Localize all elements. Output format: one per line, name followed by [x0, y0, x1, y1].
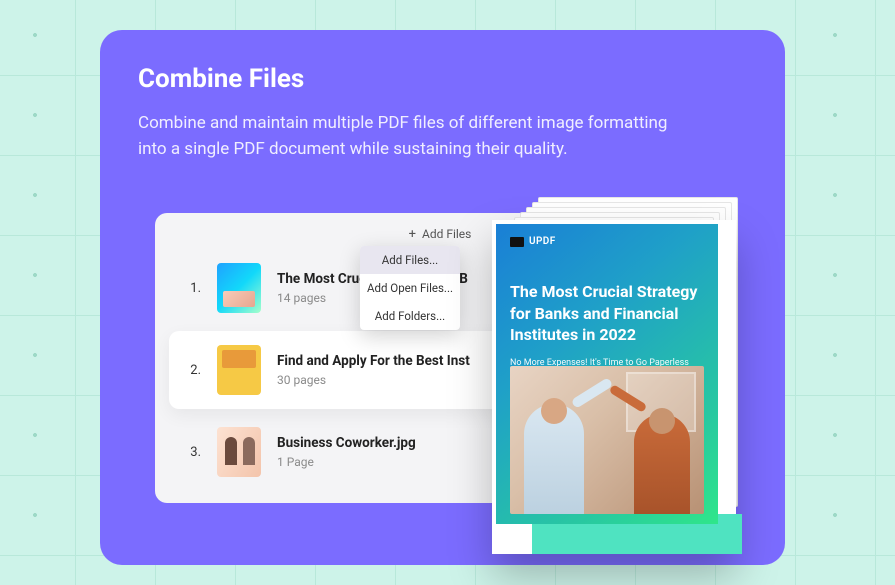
photo-arm [571, 377, 614, 409]
photo-person-left [524, 404, 584, 514]
row-number: 1. [183, 281, 201, 296]
add-files-label: Add Files [422, 227, 471, 241]
brand-logo-icon [510, 237, 524, 247]
dropdown-item-add-files[interactable]: Add Files... [360, 246, 460, 274]
preview-doc-title: The Most Crucial Strategy for Banks and … [510, 281, 704, 346]
row-number: 3. [183, 445, 201, 460]
file-thumbnail [217, 427, 261, 477]
brand-label: UPDF [529, 236, 556, 247]
preview-cover: UPDF The Most Crucial Strategy for Banks… [496, 224, 718, 524]
row-number: 2. [183, 363, 201, 378]
file-thumbnail [217, 263, 261, 313]
file-name: Business Coworker.jpg [277, 435, 416, 451]
plus-icon: + [409, 228, 416, 241]
add-files-dropdown: Add Files... Add Open Files... Add Folde… [360, 246, 460, 330]
file-pages: 1 Page [277, 455, 416, 469]
preview-photo [510, 366, 704, 514]
file-name: Find and Apply For the Best Inst [277, 353, 470, 369]
card-description: Combine and maintain multiple PDF files … [138, 110, 678, 163]
document-preview-stack: UPDF The Most Crucial Strategy for Banks… [492, 197, 740, 555]
file-thumbnail [217, 345, 261, 395]
file-meta: Find and Apply For the Best Inst 30 page… [277, 353, 470, 387]
file-pages: 30 pages [277, 373, 470, 387]
file-meta: Business Coworker.jpg 1 Page [277, 435, 416, 469]
photo-person-right [634, 414, 690, 514]
preview-brand: UPDF [510, 236, 704, 247]
card-title: Combine Files [138, 64, 747, 94]
dropdown-item-add-open-files[interactable]: Add Open Files... [360, 274, 460, 302]
document-preview-front: UPDF The Most Crucial Strategy for Banks… [492, 220, 736, 554]
dropdown-item-add-folders[interactable]: Add Folders... [360, 302, 460, 330]
